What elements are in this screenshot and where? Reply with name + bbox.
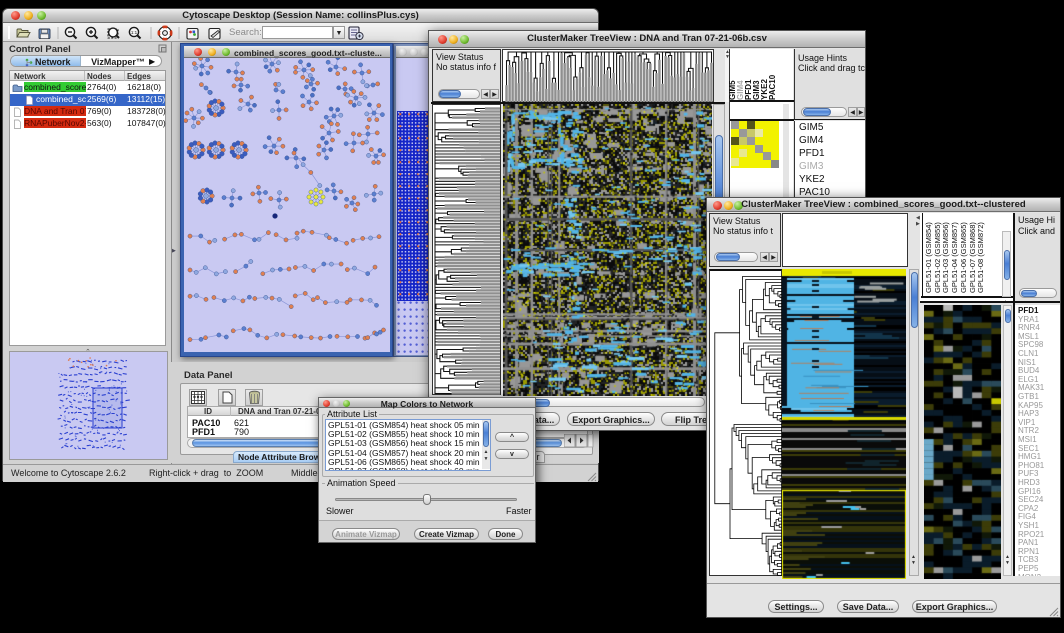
svg-text:1:1: 1:1	[131, 30, 138, 35]
